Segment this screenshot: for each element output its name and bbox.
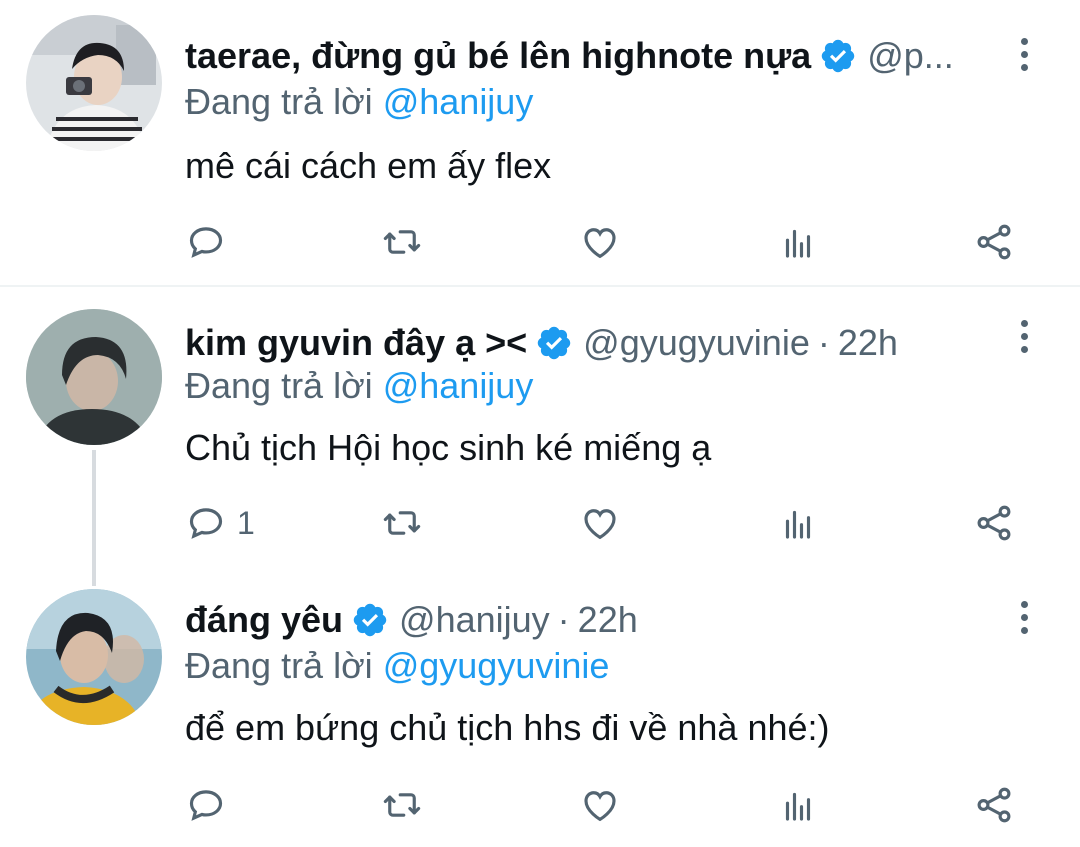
tweet-text: mê cái cách em ấy flex: [185, 145, 552, 186]
analytics-button[interactable]: [777, 499, 819, 547]
analytics-icon: [785, 229, 811, 258]
share-button[interactable]: [973, 781, 1015, 829]
reply-button[interactable]: 1: [185, 499, 255, 547]
like-icon: [584, 228, 616, 259]
share-icon: [977, 224, 1011, 260]
user-handle[interactable]: @hanijuy: [399, 594, 550, 646]
replying-to: Đang trả lời @hanijuy: [185, 364, 533, 408]
replying-to: Đang trả lời @gyugyuvinie: [185, 644, 609, 688]
more-options-icon[interactable]: [1016, 320, 1032, 360]
reply-icon: [189, 227, 223, 258]
more-options-icon[interactable]: [1016, 601, 1032, 641]
tweet-actions: 1: [185, 499, 1020, 547]
like-icon: [584, 509, 616, 540]
replying-prefix: Đang trả lời: [185, 81, 373, 122]
tweet-text: để em bứng chủ tịch hhs đi về nhà nhé:): [185, 707, 830, 748]
tweet-header: đáng yêu @hanijuy · 22h: [185, 594, 980, 646]
avatar[interactable]: [26, 309, 162, 445]
tweet[interactable]: kim gyuvin đây ạ >< @gyugyuvinie · 22h Đ…: [0, 287, 1080, 577]
reply-mention-link[interactable]: @gyugyuvinie: [383, 645, 610, 686]
like-button[interactable]: [579, 499, 621, 547]
reply-count: 1: [237, 504, 255, 541]
share-button[interactable]: [973, 218, 1015, 266]
retweet-icon: [383, 793, 421, 817]
timestamp[interactable]: 22h: [838, 317, 898, 369]
tweet-text: Chủ tịch Hội học sinh ké miếng ạ: [185, 427, 712, 468]
retweet-button[interactable]: [381, 781, 423, 829]
reply-mention-link[interactable]: @hanijuy: [383, 81, 534, 122]
analytics-icon: [785, 510, 811, 539]
avatar[interactable]: [26, 15, 162, 151]
analytics-button[interactable]: [777, 781, 819, 829]
tweet-actions: [185, 781, 1020, 829]
share-icon: [977, 787, 1011, 823]
replying-to: Đang trả lời @hanijuy: [185, 80, 533, 124]
like-button[interactable]: [579, 218, 621, 266]
retweet-button[interactable]: [381, 499, 423, 547]
verified-badge-icon: [535, 324, 573, 362]
user-handle[interactable]: @p...: [867, 30, 954, 82]
tweet-header: taerae, đừng gủ bé lên highnote nựa @p..…: [185, 30, 980, 82]
analytics-icon: [785, 792, 811, 821]
user-handle[interactable]: @gyugyuvinie: [583, 317, 810, 369]
share-icon: [977, 505, 1011, 541]
retweet-button[interactable]: [381, 218, 423, 266]
verified-badge-icon: [351, 601, 389, 639]
share-button[interactable]: [973, 499, 1015, 547]
like-button[interactable]: [579, 781, 621, 829]
analytics-button[interactable]: [777, 218, 819, 266]
reply-button[interactable]: [185, 218, 237, 266]
replying-prefix: Đang trả lời: [185, 645, 373, 686]
tweet-actions: [185, 218, 1020, 266]
display-name[interactable]: đáng yêu: [185, 594, 343, 646]
reply-icon: [189, 790, 223, 821]
verified-badge-icon: [819, 37, 857, 75]
tweet-header: kim gyuvin đây ạ >< @gyugyuvinie · 22h: [185, 317, 980, 369]
display-name[interactable]: taerae, đừng gủ bé lên highnote nựa: [185, 30, 811, 82]
separator-dot: ·: [557, 599, 570, 640]
avatar[interactable]: [26, 589, 162, 725]
replying-prefix: Đang trả lời: [185, 365, 373, 406]
timestamp[interactable]: 22h: [578, 594, 638, 646]
more-options-icon[interactable]: [1016, 38, 1032, 78]
reply-button[interactable]: [185, 781, 237, 829]
display-name[interactable]: kim gyuvin đây ạ ><: [185, 317, 527, 369]
retweet-icon: [383, 511, 421, 535]
reply-mention-link[interactable]: @hanijuy: [383, 365, 534, 406]
tweet[interactable]: taerae, đừng gủ bé lên highnote nựa @p..…: [0, 0, 1080, 285]
tweet[interactable]: đáng yêu @hanijuy · 22h Đang trả lời @gy…: [0, 577, 1080, 847]
reply-icon: [189, 508, 223, 539]
retweet-icon: [383, 230, 421, 254]
separator-dot: ·: [817, 322, 830, 363]
like-icon: [584, 791, 616, 822]
